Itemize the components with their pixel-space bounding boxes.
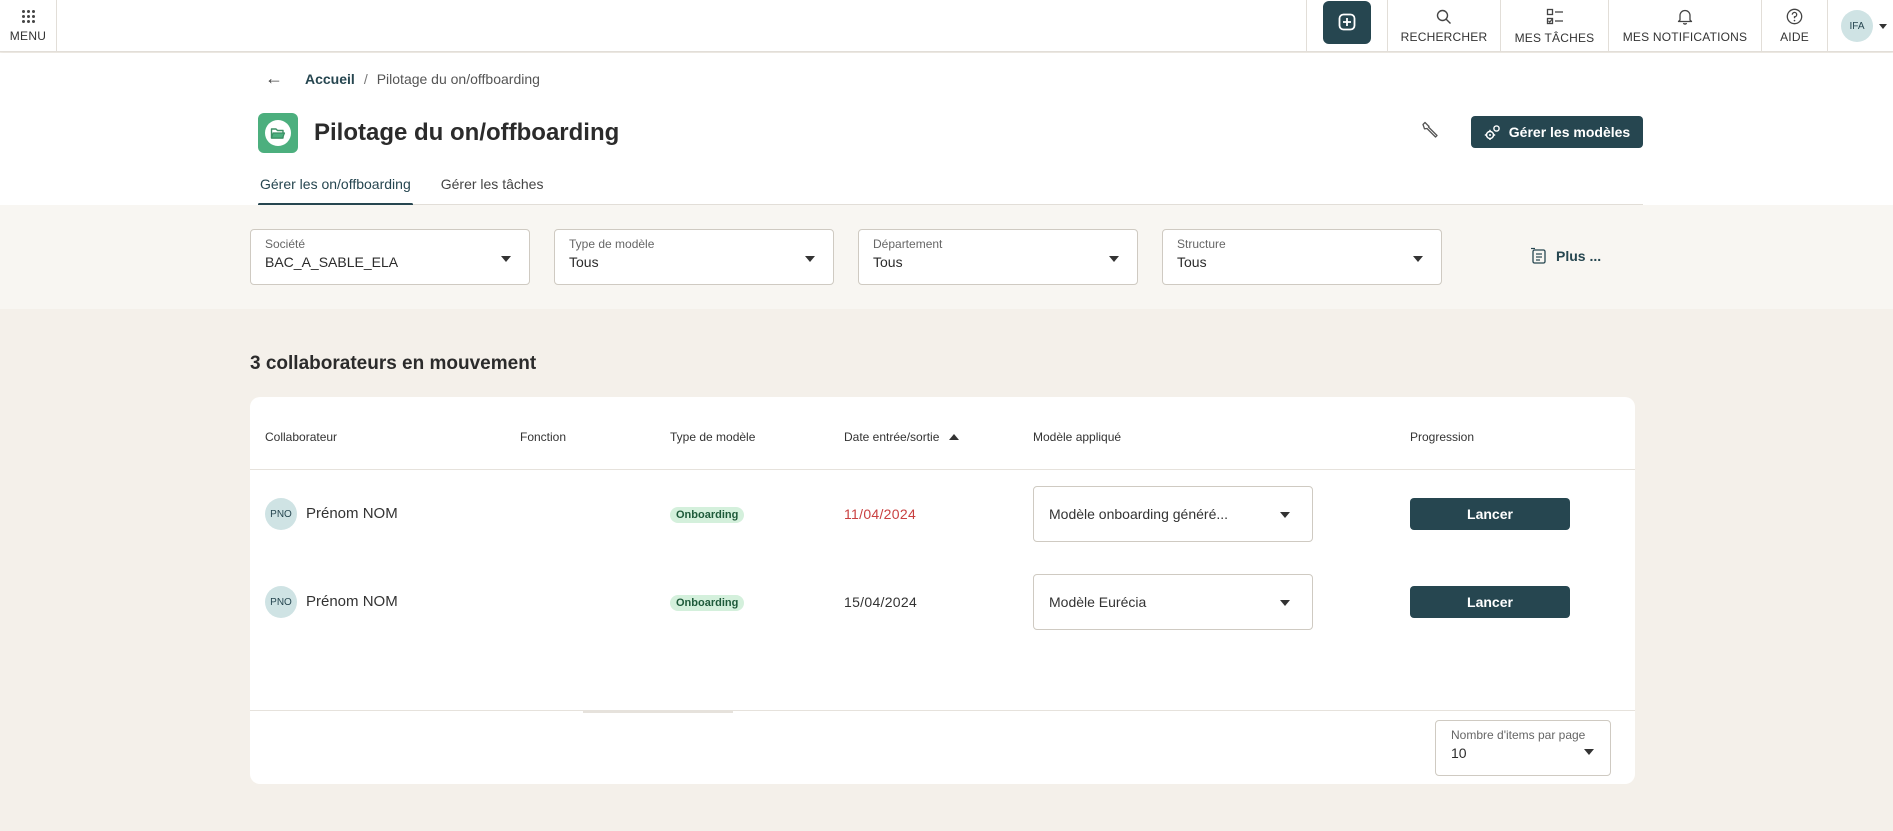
page-header: ← Accueil / Pilotage du on/offboarding P… bbox=[0, 53, 1893, 206]
column-header-template-type[interactable]: Type de modèle bbox=[670, 430, 755, 444]
filter-company-label: Société bbox=[265, 237, 306, 251]
filter-company[interactable]: Société BAC_A_SABLE_ELA bbox=[250, 229, 530, 285]
filter-structure-label: Structure bbox=[1177, 237, 1226, 251]
filter-template-type-label: Type de modèle bbox=[569, 237, 655, 251]
manage-templates-button[interactable]: Gérer les modèles bbox=[1471, 116, 1643, 148]
chevron-down-icon bbox=[1280, 600, 1290, 606]
tasks-icon bbox=[1546, 8, 1563, 24]
items-per-page-label: Nombre d'items par page bbox=[1451, 728, 1586, 742]
collaborator-name[interactable]: Prénom NOM bbox=[306, 505, 398, 522]
filter-bar: Société BAC_A_SABLE_ELA Type de modèle T… bbox=[0, 205, 1893, 309]
more-filters-label: Plus ... bbox=[1556, 248, 1602, 264]
grid-menu-icon bbox=[21, 9, 35, 23]
filter-structure-value: Tous bbox=[1177, 254, 1207, 270]
nav-search[interactable]: RECHERCHER bbox=[1387, 0, 1500, 52]
column-header-date[interactable]: Date entrée/sortie bbox=[844, 430, 960, 444]
applied-template-select[interactable]: Modèle onboarding généré... bbox=[1033, 486, 1313, 542]
filter-department-label: Département bbox=[873, 237, 943, 251]
nav-notifications-label: MES NOTIFICATIONS bbox=[1622, 30, 1748, 44]
filter-template-type-value: Tous bbox=[569, 254, 599, 270]
user-menu[interactable]: IFA bbox=[1827, 0, 1893, 52]
template-type-badge: Onboarding bbox=[670, 595, 745, 611]
movement-date: 15/04/2024 bbox=[844, 594, 918, 610]
items-per-page-select[interactable]: Nombre d'items par page 10 bbox=[1435, 720, 1611, 776]
table-row: PNO Prénom NOM Onboarding 11/04/2024 Mod… bbox=[250, 470, 1635, 558]
items-per-page-value: 10 bbox=[1451, 745, 1467, 761]
results-count-title: 3 collaborateurs en mouvement bbox=[250, 353, 537, 374]
tab-manage-onoffboarding[interactable]: Gérer les on/offboarding bbox=[258, 175, 413, 206]
collaborator-name[interactable]: Prénom NOM bbox=[306, 593, 398, 610]
filter-department-value: Tous bbox=[873, 254, 903, 270]
title-row: Pilotage du on/offboarding bbox=[258, 113, 619, 153]
help-icon bbox=[1786, 8, 1803, 25]
table-header: Collaborateur Fonction Type de modèle Da… bbox=[250, 397, 1635, 470]
column-header-applied-template[interactable]: Modèle appliqué bbox=[1033, 430, 1121, 444]
collaborators-table: Collaborateur Fonction Type de modèle Da… bbox=[250, 397, 1635, 784]
chevron-down-icon bbox=[1109, 256, 1119, 262]
column-header-date-label: Date entrée/sortie bbox=[844, 430, 940, 444]
sort-ascending-icon bbox=[949, 434, 960, 440]
breadcrumb: ← Accueil / Pilotage du on/offboarding bbox=[265, 68, 540, 89]
chevron-down-icon bbox=[805, 256, 815, 262]
filter-department[interactable]: Département Tous bbox=[858, 229, 1138, 285]
movement-date: 11/04/2024 bbox=[844, 506, 917, 522]
chevron-down-icon bbox=[1280, 512, 1290, 518]
page-title: Pilotage du on/offboarding bbox=[314, 119, 620, 146]
wrench-icon bbox=[1422, 121, 1438, 138]
nav-tasks-label: MES TÂCHES bbox=[1514, 30, 1595, 45]
column-header-function[interactable]: Fonction bbox=[520, 430, 566, 444]
more-filters-button[interactable]: Plus ... bbox=[1530, 247, 1601, 265]
avatar: IFA bbox=[1841, 10, 1873, 42]
breadcrumb-current: Pilotage du on/offboarding bbox=[376, 70, 540, 87]
filter-company-value: BAC_A_SABLE_ELA bbox=[265, 254, 399, 270]
menu-label: MENU bbox=[9, 28, 47, 43]
manage-templates-label: Gérer les modèles bbox=[1508, 124, 1631, 140]
settings-button[interactable] bbox=[1420, 120, 1440, 145]
breadcrumb-separator: / bbox=[363, 70, 368, 87]
nav-notifications[interactable]: MES NOTIFICATIONS bbox=[1608, 0, 1761, 52]
chevron-down-icon bbox=[501, 256, 511, 262]
back-arrow-icon[interactable]: ← bbox=[265, 68, 283, 89]
applied-template-select[interactable]: Modèle Eurécia bbox=[1033, 574, 1313, 630]
nav-help[interactable]: AIDE bbox=[1761, 0, 1827, 52]
nav-search-label: RECHERCHER bbox=[1400, 29, 1488, 44]
avatar: PNO bbox=[265, 586, 297, 618]
applied-template-value: Modèle onboarding généré... bbox=[1049, 506, 1229, 522]
gears-icon bbox=[1484, 124, 1500, 140]
template-type-badge: Onboarding bbox=[670, 507, 745, 523]
chevron-down-icon bbox=[1584, 749, 1594, 755]
top-bar: MENU RECHERCHER MES TÂCHES MES NOTIFICAT… bbox=[0, 0, 1893, 52]
search-icon bbox=[1436, 9, 1451, 24]
nav-tasks[interactable]: MES TÂCHES bbox=[1500, 0, 1608, 52]
filter-template-type[interactable]: Type de modèle Tous bbox=[554, 229, 834, 285]
column-header-progress[interactable]: Progression bbox=[1410, 430, 1474, 444]
table-footer: Nombre d'items par page 10 bbox=[250, 710, 1635, 784]
onboarding-module-icon bbox=[258, 113, 298, 153]
launch-button[interactable]: Lancer bbox=[1410, 586, 1570, 618]
menu-button[interactable]: MENU bbox=[0, 0, 57, 52]
filter-list-icon bbox=[1531, 247, 1546, 264]
launch-button[interactable]: Lancer bbox=[1410, 498, 1570, 530]
horizontal-scrollbar[interactable] bbox=[583, 711, 733, 713]
chevron-down-icon bbox=[1413, 256, 1423, 262]
tab-manage-tasks[interactable]: Gérer les tâches bbox=[439, 175, 546, 205]
applied-template-value: Modèle Eurécia bbox=[1049, 594, 1147, 610]
bell-icon bbox=[1677, 9, 1693, 25]
table-row: PNO Prénom NOM Onboarding 15/04/2024 Mod… bbox=[250, 558, 1635, 646]
create-button-wrap bbox=[1306, 0, 1387, 52]
create-button[interactable] bbox=[1323, 0, 1371, 44]
filter-structure[interactable]: Structure Tous bbox=[1162, 229, 1442, 285]
breadcrumb-home-link[interactable]: Accueil bbox=[305, 71, 355, 87]
chevron-down-icon bbox=[1879, 23, 1887, 29]
tabs: Gérer les on/offboarding Gérer les tâche… bbox=[258, 175, 1643, 206]
nav-help-label: AIDE bbox=[1780, 30, 1809, 44]
top-nav: RECHERCHER MES TÂCHES MES NOTIFICATIONS bbox=[1306, 0, 1893, 52]
column-header-collaborator[interactable]: Collaborateur bbox=[265, 430, 337, 444]
avatar: PNO bbox=[265, 498, 297, 530]
plus-square-icon bbox=[1338, 13, 1356, 31]
